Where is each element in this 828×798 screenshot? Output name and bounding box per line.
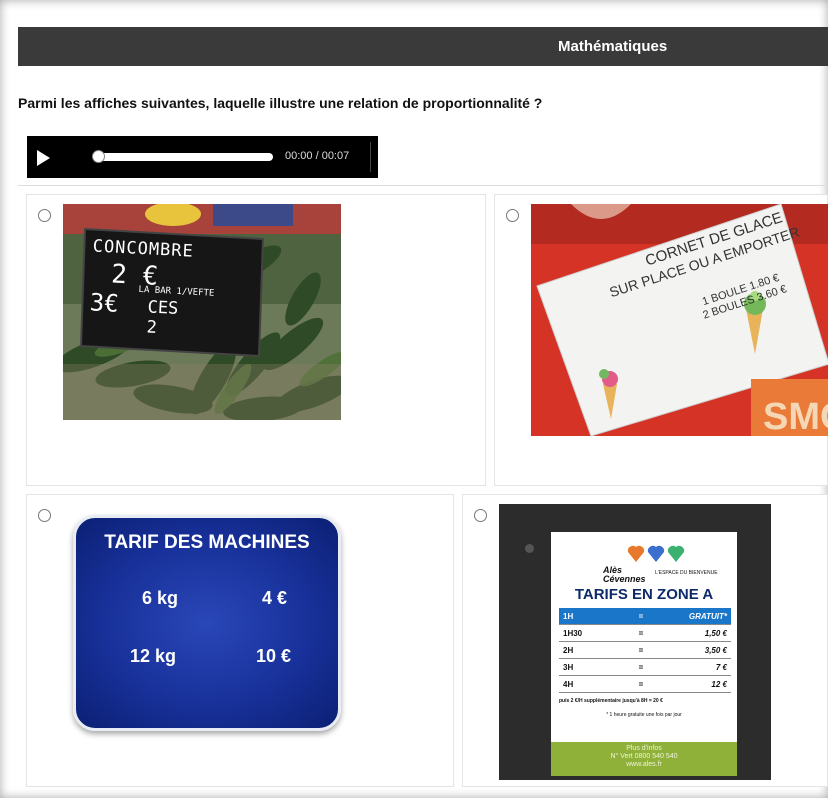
zone-a-row: 4H = 12 € bbox=[559, 676, 731, 693]
option-radio-2[interactable] bbox=[506, 209, 519, 222]
concombre-extra-2: CES 2 bbox=[146, 297, 179, 338]
concombre-title: CONCOMBRE bbox=[92, 236, 195, 262]
zone-a-row: 3H = 7 € bbox=[559, 659, 731, 676]
zone-a-sign: Alès Cévennes L'ESPACE DU BIENVENUE TARI… bbox=[551, 532, 737, 776]
machines-weight-1: 6 kg bbox=[142, 588, 179, 608]
machines-title: TARIF DES MACHINES bbox=[104, 532, 310, 553]
audio-divider bbox=[370, 142, 371, 172]
page-title: Mathématiques bbox=[558, 38, 668, 55]
music-note-icon[interactable]: ♫ bbox=[377, 145, 392, 165]
audio-progress-track[interactable] bbox=[97, 153, 273, 161]
zone-a-footer: Plus d'infos N° Vert 0800 540 540 www.al… bbox=[551, 742, 737, 776]
audio-player: 00:00 / 00:07 ♫ bbox=[27, 136, 392, 178]
play-icon[interactable] bbox=[37, 150, 50, 166]
question-text: Parmi les affiches suivantes, laquelle i… bbox=[18, 95, 543, 111]
option-radio-1[interactable] bbox=[38, 209, 51, 222]
machines-price-1: 4 € bbox=[262, 588, 288, 608]
zone-a-title: TARIFS EN ZONE A bbox=[574, 586, 714, 603]
option-card-tarif-des-machines[interactable]: TARIF DES MACHINES 6 kg 4 € 12 kg 10 € bbox=[26, 494, 454, 787]
hearts-logo-icon bbox=[627, 545, 685, 562]
zone-a-row: 2H = 3,50 € bbox=[559, 642, 731, 659]
zone-a-footer-3: www.ales.fr bbox=[626, 761, 662, 768]
option-card-tarifs-zone-a[interactable]: Alès Cévennes L'ESPACE DU BIENVENUE TARI… bbox=[462, 494, 828, 787]
page: Mathématiques Parmi les affiches suivant… bbox=[0, 0, 828, 798]
audio-time: 00:00 / 00:07 bbox=[285, 150, 350, 162]
cornet-bg-word: SMOO bbox=[763, 396, 828, 436]
option-card-concombre[interactable]: CONCOMBRE 2 € 3€ LA BAR 1/VEFTE CES 2 bbox=[26, 194, 486, 486]
concombre-sign: CONCOMBRE 2 € 3€ LA BAR 1/VEFTE CES 2 bbox=[89, 236, 214, 337]
audio-progress-knob[interactable] bbox=[92, 150, 105, 163]
machines-sign: TARIF DES MACHINES 6 kg 4 € 12 kg 10 € bbox=[73, 515, 341, 731]
zone-a-row: 1H30 = 1,50 € bbox=[559, 625, 731, 642]
zone-a-brand: Alès Cévennes bbox=[603, 565, 646, 584]
header-bar: Mathématiques bbox=[18, 27, 828, 66]
option-radio-4[interactable] bbox=[474, 509, 487, 522]
option-card-cornet-de-glace[interactable]: SMOO CORNET DE GLACE SUR PLACE OU A EMPO bbox=[494, 194, 828, 486]
zone-a-footer-2: N° Vert 0800 540 540 bbox=[610, 753, 678, 760]
options-area: CONCOMBRE 2 € 3€ LA BAR 1/VEFTE CES 2 SM… bbox=[18, 185, 828, 798]
concombre-photo: CONCOMBRE 2 € 3€ LA BAR 1/VEFTE CES 2 bbox=[63, 204, 341, 420]
zone-a-footer-1: Plus d'infos bbox=[626, 745, 662, 752]
zone-a-row: 1H = GRATUIT* bbox=[559, 608, 731, 625]
zone-a-table: 1H = GRATUIT* 1H30 = 1,50 € 2H = 3,50 € … bbox=[559, 608, 731, 693]
zone-a-note-2: * 1 heure gratuite une fois par jour bbox=[606, 712, 682, 718]
machines-weight-2: 12 kg bbox=[130, 646, 177, 666]
cornet-photo: SMOO CORNET DE GLACE SUR PLACE OU A EMPO bbox=[531, 204, 828, 436]
option-radio-3[interactable] bbox=[38, 509, 51, 522]
zone-a-photo: Alès Cévennes L'ESPACE DU BIENVENUE TARI… bbox=[499, 504, 771, 780]
machines-price-2: 10 € bbox=[256, 646, 292, 666]
zone-a-note-1: puis 2 €/H supplémentaire jusqu'à 8H = 2… bbox=[559, 698, 663, 704]
zone-a-brand-sub: L'ESPACE DU BIENVENUE bbox=[655, 570, 718, 576]
concombre-price-2: 3€ bbox=[89, 288, 120, 318]
